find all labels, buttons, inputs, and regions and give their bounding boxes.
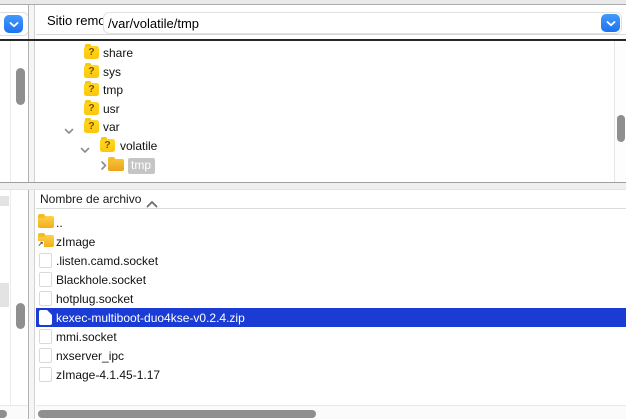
tree-item-sys[interactable]: ? sys bbox=[36, 63, 614, 82]
tree-list-divider[interactable] bbox=[0, 182, 626, 190]
symlink-folder-icon: ↗ bbox=[38, 235, 54, 247]
file-icon bbox=[39, 329, 52, 344]
tree-item-label: var bbox=[103, 120, 120, 135]
local-horizontal-scrollbar-thumb[interactable] bbox=[0, 410, 7, 418]
local-selected-row-fragment bbox=[0, 283, 9, 307]
tree-item-var[interactable]: ? var bbox=[36, 118, 614, 137]
tree-item-label: share bbox=[103, 46, 133, 61]
remote-horizontal-scrollbar-thumb[interactable] bbox=[38, 410, 316, 418]
local-horizontal-scrollbar[interactable] bbox=[0, 405, 28, 419]
file-name: zImage bbox=[56, 235, 95, 249]
file-name: zImage-4.1.45-1.17 bbox=[56, 368, 160, 382]
file-name: Blackhole.socket bbox=[56, 273, 146, 287]
remote-path-input[interactable] bbox=[108, 14, 588, 32]
remote-site-toolbar: Sitio remoto: bbox=[36, 5, 626, 35]
file-icon bbox=[39, 367, 52, 382]
file-row-zimage-version[interactable]: zImage-4.1.45-1.17 bbox=[36, 365, 626, 384]
filename-column-header[interactable]: Nombre de archivo bbox=[36, 190, 626, 209]
file-icon bbox=[39, 291, 52, 306]
question-folder-icon: ? bbox=[84, 120, 99, 133]
remote-horizontal-scrollbar[interactable] bbox=[36, 405, 626, 419]
remote-tree-scrollbar-thumb[interactable] bbox=[617, 115, 625, 142]
file-icon bbox=[39, 272, 52, 287]
chevron-expanded-icon[interactable] bbox=[80, 143, 90, 150]
question-folder-icon: ? bbox=[100, 139, 115, 152]
remote-path-combobox[interactable] bbox=[103, 12, 622, 34]
file-name: hotplug.socket bbox=[56, 292, 133, 306]
sort-ascending-icon bbox=[146, 195, 158, 213]
tree-item-label: volatile bbox=[120, 139, 157, 154]
file-row-zimage[interactable]: ↗ zImage bbox=[36, 232, 626, 251]
chevron-down-icon bbox=[9, 15, 19, 33]
file-icon bbox=[39, 348, 52, 363]
file-name: kexec-multiboot-duo4kse-v0.2.4.zip bbox=[56, 311, 245, 325]
folder-icon bbox=[38, 216, 54, 228]
file-row-listen-camd-socket[interactable]: .listen.camd.socket bbox=[36, 251, 626, 270]
question-folder-icon: ? bbox=[84, 102, 99, 115]
chevron-collapsed-icon[interactable] bbox=[97, 161, 104, 171]
question-folder-icon: ? bbox=[84, 83, 99, 96]
tree-item-volatile[interactable]: ? volatile bbox=[36, 137, 614, 156]
file-row-nxserver-ipc[interactable]: nxserver_ipc bbox=[36, 346, 626, 365]
local-pane-fragment bbox=[0, 5, 28, 419]
remote-directory-tree: ? share ? sys ? tmp ? usr ? var bbox=[36, 41, 626, 182]
filezilla-remote-panel: Sitio remoto: ? share ? sys ? bbox=[0, 0, 626, 419]
local-combo-dropdown-button[interactable] bbox=[4, 15, 23, 33]
tree-item-label: usr bbox=[103, 102, 120, 117]
symlink-arrow-icon: ↗ bbox=[37, 241, 44, 248]
remote-tree-scrollbar[interactable] bbox=[614, 41, 626, 182]
remote-pane: Sitio remoto: ? share ? sys ? bbox=[36, 5, 626, 419]
file-icon bbox=[39, 310, 52, 325]
tree-item-tmp-selected[interactable]: tmp bbox=[36, 156, 614, 175]
question-folder-icon: ? bbox=[84, 46, 99, 59]
chevron-down-icon bbox=[606, 14, 616, 32]
file-row-hotplug-socket[interactable]: hotplug.socket bbox=[36, 289, 626, 308]
tree-item-label-selected: tmp bbox=[128, 158, 155, 174]
tree-item-share[interactable]: ? share bbox=[36, 44, 614, 63]
remote-file-list: Nombre de archivo .. ↗ zImage .listen.ca… bbox=[36, 190, 626, 409]
local-list-scrollbar-thumb[interactable] bbox=[16, 303, 25, 329]
file-name: nxserver_ipc bbox=[56, 349, 124, 363]
remote-combo-dropdown-button[interactable] bbox=[601, 14, 620, 32]
file-row-kexec-zip-selected[interactable]: kexec-multiboot-duo4kse-v0.2.4.zip bbox=[36, 308, 626, 327]
question-folder-icon: ? bbox=[84, 65, 99, 78]
tree-item-usr[interactable]: ? usr bbox=[36, 100, 614, 119]
tree-item-label: sys bbox=[103, 65, 121, 80]
file-name: mmi.socket bbox=[56, 330, 117, 344]
file-name: .. bbox=[56, 216, 63, 230]
file-row-mmi-socket[interactable]: mmi.socket bbox=[36, 327, 626, 346]
file-icon bbox=[39, 253, 52, 268]
file-row-parent-dir[interactable]: .. bbox=[36, 213, 626, 232]
file-row-blackhole-socket[interactable]: Blackhole.socket bbox=[36, 270, 626, 289]
folder-icon bbox=[108, 159, 124, 171]
local-list-row-fragment bbox=[0, 196, 9, 206]
chevron-expanded-icon[interactable] bbox=[64, 124, 74, 131]
tree-item-tmp[interactable]: ? tmp bbox=[36, 81, 614, 100]
filename-column-header-label: Nombre de archivo bbox=[40, 192, 141, 206]
local-pane-divider-line bbox=[10, 41, 11, 409]
local-tree-scrollbar-thumb[interactable] bbox=[16, 68, 25, 105]
pane-splitter[interactable] bbox=[28, 5, 35, 419]
file-name: .listen.camd.socket bbox=[56, 254, 158, 268]
tree-item-label: tmp bbox=[103, 83, 123, 98]
